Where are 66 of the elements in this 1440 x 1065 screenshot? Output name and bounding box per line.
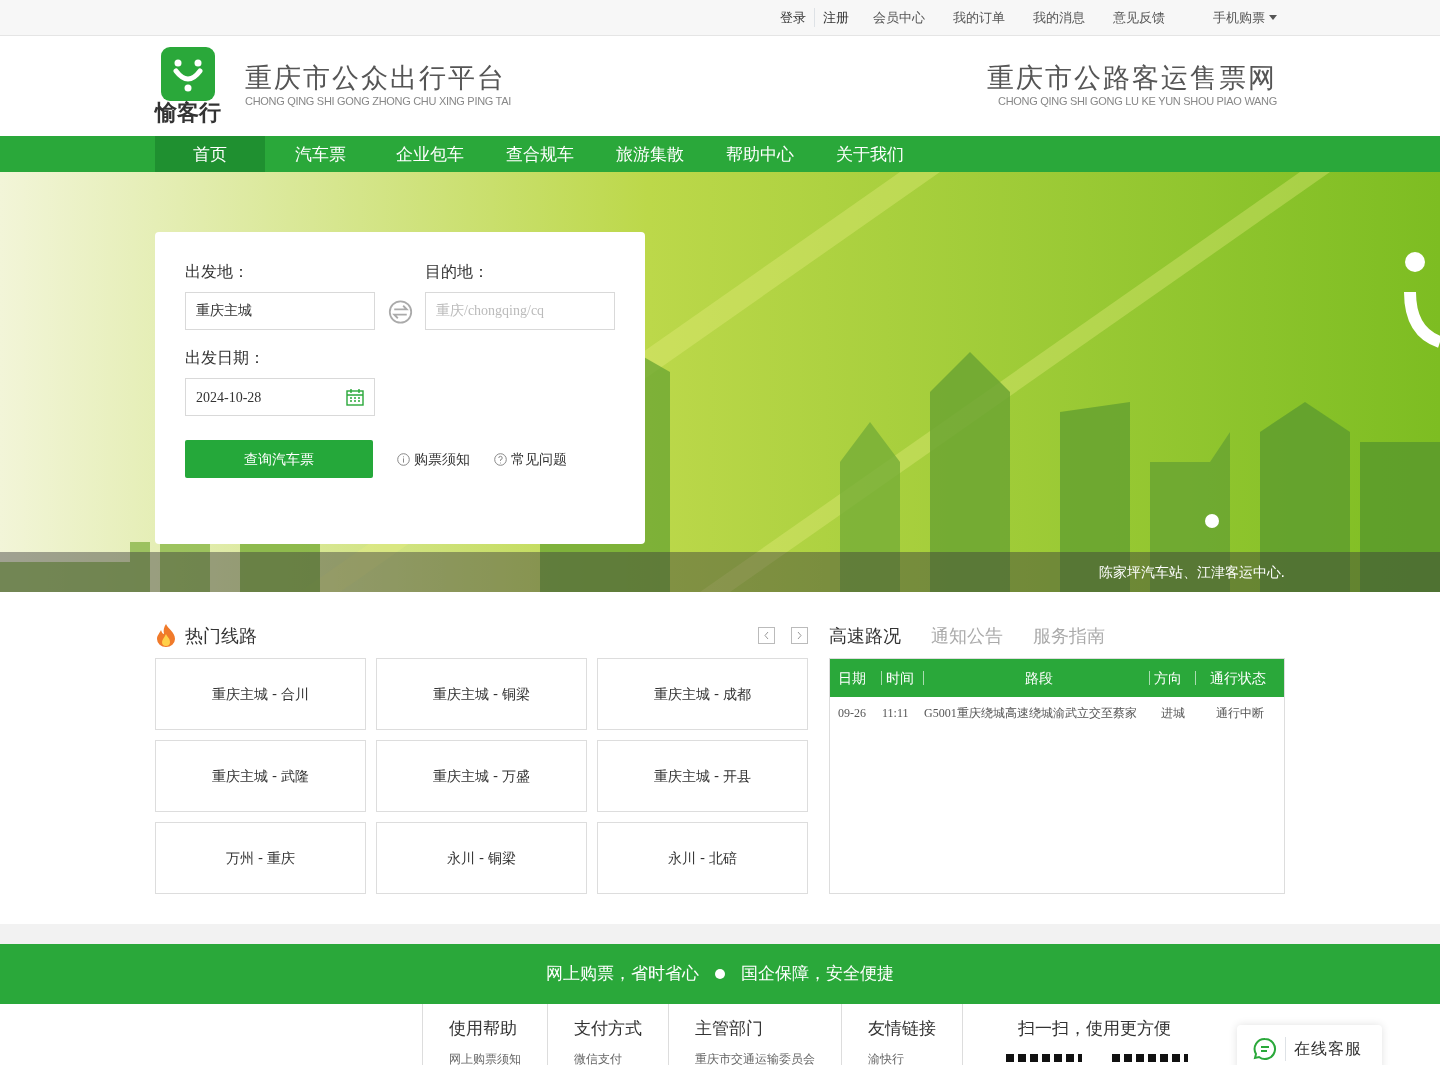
online-service-button[interactable]: 在线客服 bbox=[1237, 1025, 1382, 1065]
banner-caption: 陈家坪汽车站、江津客运中心. bbox=[1098, 562, 1285, 582]
route-link[interactable]: 永川 - 北碚 bbox=[597, 822, 808, 894]
route-link[interactable]: 永川 - 铜梁 bbox=[376, 822, 587, 894]
footer-link[interactable]: 渝快行 bbox=[868, 1049, 936, 1065]
top-link[interactable]: 会员中心 bbox=[873, 7, 925, 28]
info-tab[interactable]: 高速路况 bbox=[829, 621, 901, 649]
swap-icon bbox=[388, 298, 413, 326]
calendar-icon bbox=[346, 388, 364, 406]
info-icon bbox=[397, 452, 410, 466]
bullet-icon bbox=[715, 969, 725, 979]
help-link[interactable]: 常见问题 bbox=[494, 448, 567, 470]
table-cell: 11:11 bbox=[882, 706, 909, 720]
footer-heading: 使用帮助 bbox=[449, 1017, 518, 1040]
date-field[interactable]: 2024-10-28 bbox=[185, 378, 375, 416]
footer-heading: 支付方式 bbox=[574, 1017, 642, 1040]
field-label: 目的地： bbox=[425, 261, 490, 283]
help-link[interactable]: 购票须知 bbox=[397, 448, 470, 470]
column-header: 通行状态 bbox=[1209, 671, 1267, 685]
next-arrow-button[interactable] bbox=[791, 626, 808, 644]
footer-link[interactable]: 重庆市交通运输委员会 bbox=[695, 1049, 815, 1065]
slogan-text: 网上购票，省时省心 bbox=[546, 962, 699, 986]
route-link[interactable]: 重庆主城 - 开县 bbox=[597, 740, 808, 812]
footer-link[interactable]: 微信支付 bbox=[574, 1049, 642, 1065]
column-header: 方向 bbox=[1150, 671, 1196, 685]
site-title: 重庆市公路客运售票网 bbox=[987, 62, 1277, 93]
platform-title: 重庆市公众出行平台 bbox=[245, 62, 507, 93]
route-link[interactable]: 重庆主城 - 万盛 bbox=[376, 740, 587, 812]
slogan-text: 国企保障，安全便捷 bbox=[741, 962, 894, 986]
site-pinyin: CHONG QING SHI GONG LU KE YUN SHOU PIAO WANG bbox=[997, 93, 1277, 109]
flame-icon bbox=[155, 623, 177, 647]
route-link[interactable]: 重庆主城 - 合川 bbox=[155, 658, 366, 730]
route-link[interactable]: 重庆主城 - 武隆 bbox=[155, 740, 366, 812]
top-link[interactable]: 意见反馈 bbox=[1113, 7, 1165, 28]
footer-link[interactable]: 网上购票须知 bbox=[449, 1049, 521, 1065]
logo-text: 愉客行 bbox=[155, 100, 221, 126]
question-icon bbox=[494, 452, 507, 466]
column-header: 日期 bbox=[838, 671, 882, 685]
nav-tab[interactable]: 首页 bbox=[155, 136, 265, 172]
table-cell: 09-26 bbox=[838, 706, 866, 720]
column-header: 时间 bbox=[882, 671, 924, 685]
column-header: 路段 bbox=[924, 671, 1150, 685]
field-label: 出发日期： bbox=[185, 347, 265, 369]
table-cell: 通行中断 bbox=[1216, 706, 1264, 720]
chat-icon bbox=[1253, 1037, 1277, 1061]
platform-pinyin: CHONG QING SHI GONG ZHONG CHU XING PING TAI bbox=[245, 93, 511, 109]
footer-heading: 友情链接 bbox=[868, 1017, 936, 1040]
footer-heading: 主管部门 bbox=[695, 1017, 764, 1040]
previous-arrow-button[interactable] bbox=[758, 626, 775, 644]
caret-icon bbox=[1269, 15, 1277, 20]
field-label: 出发地： bbox=[185, 261, 250, 283]
departure-field[interactable]: 重庆主城 bbox=[185, 292, 375, 330]
route-link[interactable]: 万州 - 重庆 bbox=[155, 822, 366, 894]
top-link[interactable]: 我的消息 bbox=[1033, 7, 1085, 28]
footer-heading: 扫一扫，使用更方便 bbox=[1018, 1017, 1172, 1040]
table-cell: 进城 bbox=[1161, 706, 1185, 720]
smiley-logo-icon bbox=[161, 46, 215, 101]
top-link[interactable]: 我的订单 bbox=[953, 7, 1005, 28]
section-title: 热门线路 bbox=[185, 623, 257, 648]
route-link[interactable]: 重庆主城 - 铜梁 bbox=[376, 658, 587, 730]
auth-link[interactable]: 登录 bbox=[780, 7, 815, 28]
route-link[interactable]: 重庆主城 - 成都 bbox=[597, 658, 808, 730]
destination-field[interactable]: 重庆/chongqing/cq bbox=[425, 292, 615, 330]
table-cell: G5001重庆绕城高速绕城渝武立交至蔡家 bbox=[924, 706, 1137, 720]
mobile-ticket-dropdown[interactable]: 手机购票 bbox=[1213, 7, 1277, 28]
auth-link[interactable]: 注册 bbox=[815, 7, 849, 28]
